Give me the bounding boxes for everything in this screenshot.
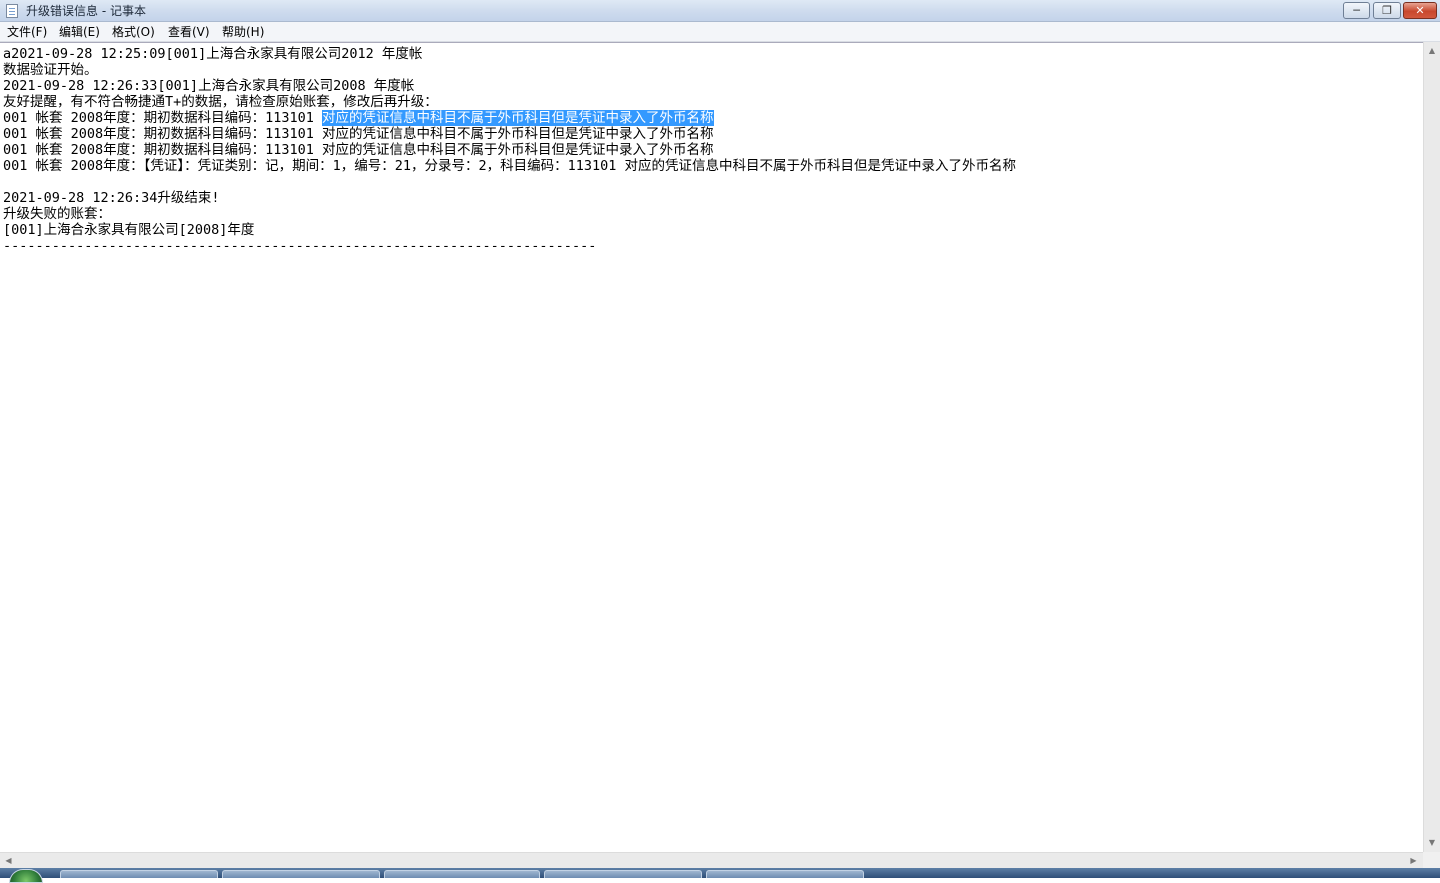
text-line: ----------------------------------------… — [3, 238, 597, 254]
maximize-button[interactable]: ❐ — [1373, 2, 1401, 19]
text-line: 001 帐套 2008年度：期初数据科目编码：113101 对应的凭证信息中科目… — [3, 110, 714, 126]
scroll-down-arrow-icon[interactable]: ▼ — [1424, 834, 1440, 851]
taskbar — [0, 868, 1440, 883]
scroll-up-arrow-icon[interactable]: ▲ — [1424, 42, 1440, 59]
window-title: 升级错误信息 - 记事本 — [26, 4, 146, 18]
menu-file[interactable]: 文件(F) — [7, 24, 47, 40]
start-button[interactable] — [9, 869, 43, 883]
menu-help[interactable]: 帮助(H) — [222, 24, 264, 40]
minimize-button[interactable]: ─ — [1343, 2, 1370, 19]
scroll-right-arrow-icon[interactable]: ▶ — [1405, 853, 1422, 869]
text-line: 升级失败的账套： — [3, 206, 111, 222]
scroll-left-arrow-icon[interactable]: ◀ — [0, 853, 17, 869]
menu-edit[interactable]: 编辑(E) — [59, 24, 100, 40]
text-line: 友好提醒，有不符合畅捷通T+的数据，请检查原始账套，修改后再升级： — [3, 94, 438, 110]
text-editor[interactable]: a2021-09-28 12:25:09[001]上海合永家具有限公司2012 … — [0, 42, 1423, 852]
text-line: 001 帐套 2008年度：期初数据科目编码：113101 对应的凭证信息中科目… — [3, 126, 714, 142]
notepad-icon — [6, 4, 18, 18]
text-line: 2021-09-28 12:26:34升级结束! — [3, 190, 220, 206]
menu-format[interactable]: 格式(O) — [112, 24, 155, 40]
taskbar-button[interactable] — [706, 870, 864, 878]
text-line: 2021-09-28 12:26:33[001]上海合永家具有限公司2008 年… — [3, 78, 415, 94]
text-line: 数据验证开始。 — [3, 62, 98, 78]
text-line: [001]上海合永家具有限公司[2008]年度 — [3, 222, 255, 238]
title-bar[interactable]: 升级错误信息 - 记事本 ─ ❐ ✕ — [0, 0, 1440, 22]
selected-text: 对应的凭证信息中科目不属于外币科目但是凭证中录入了外币名称 — [322, 110, 714, 126]
taskbar-button[interactable] — [544, 870, 702, 878]
menu-view[interactable]: 查看(V) — [168, 24, 210, 40]
scrollbar-corner — [1423, 852, 1440, 868]
text-line: 001 帐套 2008年度：【凭证】：凭证类别：记，期间：1，编号：21，分录号… — [3, 158, 1017, 174]
vertical-scrollbar[interactable]: ▲ ▼ — [1423, 42, 1440, 852]
taskbar-button[interactable] — [60, 870, 218, 878]
horizontal-scrollbar[interactable]: ◀ ▶ — [0, 852, 1423, 868]
close-button[interactable]: ✕ — [1403, 2, 1437, 19]
taskbar-button[interactable] — [384, 870, 540, 878]
line-prefix: 001 帐套 2008年度：期初数据科目编码：113101 — [3, 110, 323, 126]
taskbar-button[interactable] — [222, 870, 380, 878]
menu-bar: 文件(F) 编辑(E) 格式(O) 查看(V) 帮助(H) — [0, 22, 1440, 42]
text-line: 001 帐套 2008年度：期初数据科目编码：113101 对应的凭证信息中科目… — [3, 142, 714, 158]
text-line: a2021-09-28 12:25:09[001]上海合永家具有限公司2012 … — [3, 46, 423, 62]
